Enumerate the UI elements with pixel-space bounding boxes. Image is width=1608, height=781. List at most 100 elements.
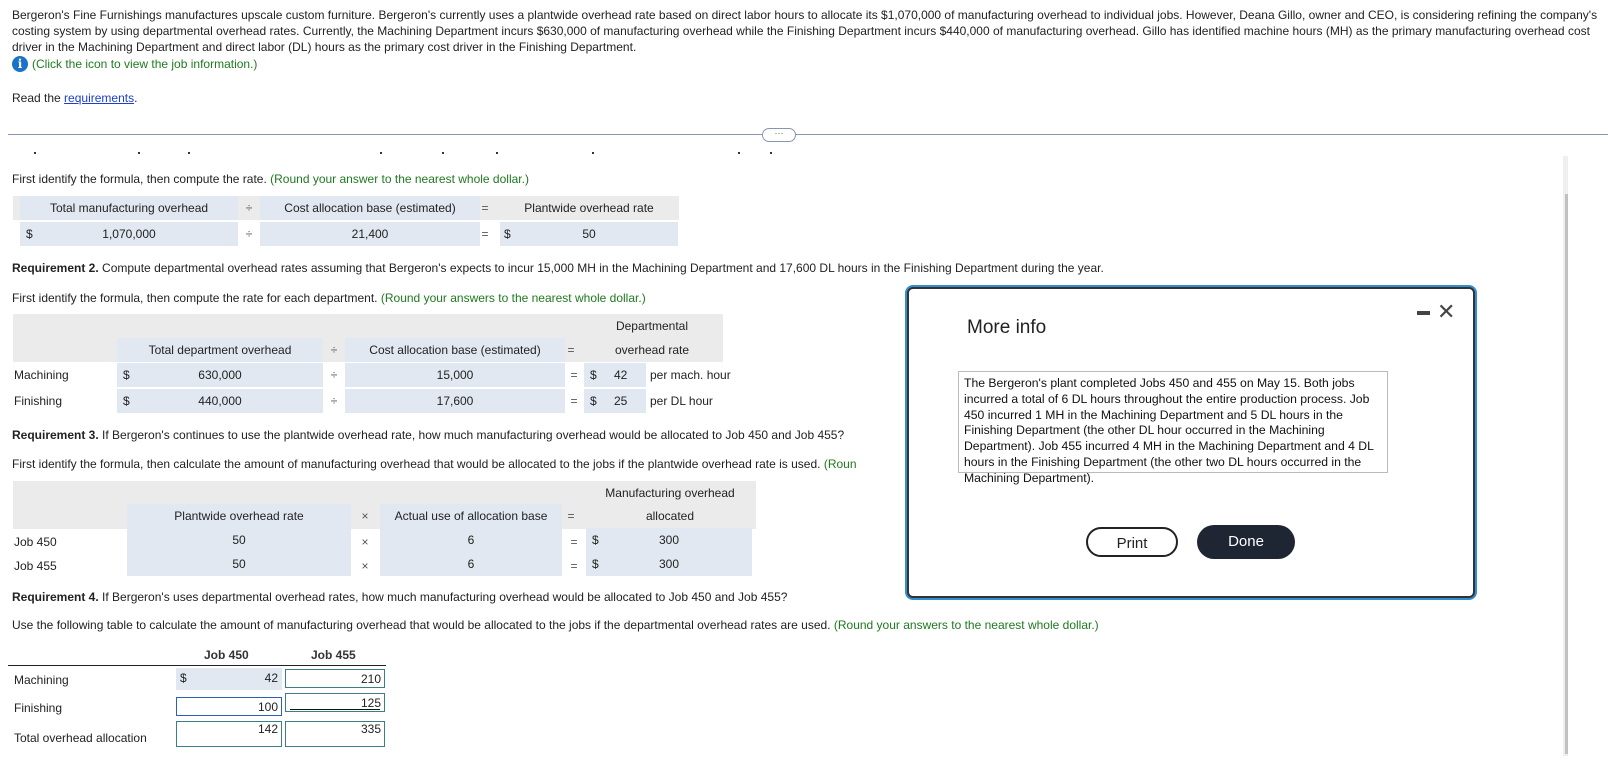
req4-row-label-machining: Machining (14, 673, 69, 687)
req4-hint: (Round your answers to the nearest whole… (833, 618, 1099, 632)
req4-instruction-text: Use the following table to calculate the… (12, 618, 831, 632)
req3-header-equals: = (567, 509, 575, 523)
req1-plantwide-rate-field[interactable]: $ 50 (500, 222, 678, 246)
req3-job455-multiply: × (361, 559, 369, 573)
req3-instruction-text: First identify the formula, then calcula… (12, 457, 821, 471)
req2-machining-base-field[interactable]: 15,000 (345, 363, 565, 387)
req1-header-plantwide-rate: Plantwide overhead rate (500, 196, 678, 220)
req1-allocation-base-field[interactable]: 21,400 (260, 222, 480, 246)
req1-header-divide: ÷ (245, 201, 253, 215)
req2-row-label-machining: Machining (14, 368, 69, 382)
req3-job450-base-field[interactable]: 6 (380, 528, 562, 552)
req4-total-job450-input[interactable]: 142 (176, 721, 282, 747)
currency-symbol: $ (590, 394, 597, 408)
req2-finishing-divide: ÷ (330, 394, 338, 408)
req2-row-label-finishing: Finishing (14, 394, 63, 408)
req3-job450-rate-field[interactable]: 50 (127, 528, 351, 552)
req2-finishing-rate-field[interactable]: $ 25 (584, 389, 646, 413)
req4-subtotal-rule (290, 709, 380, 710)
currency-symbol: $ (180, 671, 187, 685)
requirements-link[interactable]: requirements (64, 91, 134, 105)
req2-hint: (Round your answers to the nearest whole… (380, 291, 646, 305)
req4-row-label-total: Total overhead allocation (14, 731, 147, 745)
req2-title: Requirement 2. Compute departmental over… (12, 261, 1104, 275)
req1-instruction-text: First identify the formula, then compute… (12, 172, 267, 186)
req3-header-allocated-line1: Manufacturing overhead (605, 486, 735, 500)
req3-header-multiply: × (361, 509, 369, 523)
req3-hint: (Roun (823, 457, 857, 471)
req2-machining-unit: per mach. hour (650, 368, 731, 382)
req4-instruction: Use the following table to calculate the… (12, 618, 1099, 632)
req1-divide: ÷ (245, 227, 253, 241)
req2-machining-divide: ÷ (330, 368, 338, 382)
req1-header-equals: = (481, 201, 489, 215)
req4-col-job450: Job 450 (204, 648, 249, 662)
req1-total-overhead-field[interactable]: $ 1,070,000 (20, 222, 238, 246)
expand-button[interactable]: ··· (762, 128, 796, 142)
req2-finishing-overhead-field[interactable]: $ 440,000 (117, 389, 323, 413)
req1-equals: = (481, 227, 489, 241)
print-button[interactable]: Print (1086, 527, 1178, 557)
info-icon[interactable]: i (12, 56, 28, 72)
req3-header-plantwide-rate: Plantwide overhead rate (127, 504, 351, 528)
req2-header-rate-line2: overhead rate (614, 343, 690, 357)
req2-header-divide: ÷ (330, 343, 338, 357)
req4-title-text: If Bergeron's uses departmental overhead… (98, 590, 788, 604)
req4-machining-job455-input[interactable]: 210 (285, 669, 385, 688)
req3-header-actual-base: Actual use of allocation base (380, 504, 562, 528)
minimize-icon[interactable] (1417, 311, 1430, 315)
req3-job455-allocated-field[interactable]: $ 300 (586, 552, 752, 576)
req3-job455-base-field[interactable]: 6 (380, 552, 562, 576)
req2-finishing-equals: = (570, 394, 578, 408)
req2-machining-rate-value: 42 (614, 368, 628, 382)
req3-header-allocated-line2: allocated (645, 509, 695, 523)
req3-row-label-job450: Job 450 (14, 535, 57, 549)
req4-machining-job450-value: 42 (264, 671, 278, 685)
job-info-link[interactable]: (Click the icon to view the job informat… (32, 57, 257, 71)
req4-finishing-job450-input[interactable]: 100 (176, 697, 282, 716)
page-scrollbar-thumb[interactable] (1565, 194, 1568, 754)
read-prefix: Read the (12, 91, 65, 105)
req3-job455-allocated-value: 300 (658, 557, 680, 571)
req3-title-bold: Requirement 3. (12, 428, 99, 442)
req1-hint: (Round your answer to the nearest whole … (270, 172, 529, 186)
job-info-row[interactable]: i (Click the icon to view the job inform… (12, 56, 257, 72)
read-requirements: Read the requirements. (12, 91, 137, 105)
problem-intro: Bergeron's Fine Furnishings manufactures… (12, 8, 1598, 54)
req2-machining-overhead-field[interactable]: $ 630,000 (117, 363, 323, 387)
req2-finishing-base-field[interactable]: 17,600 (345, 389, 565, 413)
req2-instruction: First identify the formula, then compute… (12, 291, 646, 305)
req3-job450-allocated-value: 300 (658, 533, 680, 547)
req4-total-job455-input[interactable]: 335 (285, 721, 385, 747)
req3-job450-allocated-field[interactable]: $ 300 (586, 528, 752, 552)
req4-col-job455: Job 455 (311, 648, 356, 662)
close-icon[interactable]: ✕ (1437, 299, 1455, 325)
req2-instruction-text: First identify the formula, then compute… (12, 291, 378, 305)
req3-job455-equals: = (570, 559, 578, 573)
req3-instruction: First identify the formula, then calcula… (12, 457, 857, 471)
req3-row-label-job455: Job 455 (14, 559, 57, 573)
req2-header-equals: = (567, 343, 575, 357)
req2-header-allocation-base: Cost allocation base (estimated) (345, 338, 565, 362)
req2-machining-overhead-value: 630,000 (198, 368, 242, 382)
req1-plantwide-rate-value: 50 (582, 227, 596, 241)
req1-header-total-overhead: Total manufacturing overhead (20, 196, 238, 220)
req2-header-total-overhead: Total department overhead (117, 338, 323, 362)
currency-symbol: $ (590, 368, 597, 382)
req3-job450-multiply: × (361, 535, 369, 549)
job-info-text: The Bergeron's plant completed Jobs 450 … (958, 371, 1388, 485)
req3-title: Requirement 3. If Bergeron's continues t… (12, 428, 844, 442)
done-button[interactable]: Done (1197, 525, 1295, 559)
more-info-dialog: More info ✕ The Bergeron's plant complet… (907, 287, 1475, 598)
req3-title-text: If Bergeron's continues to use the plant… (98, 428, 845, 442)
req2-machining-equals: = (570, 368, 578, 382)
req2-machining-rate-field[interactable]: $ 42 (584, 363, 646, 387)
read-suffix: . (134, 91, 138, 105)
req4-row-label-finishing: Finishing (14, 701, 63, 715)
req1-header-allocation-base: Cost allocation base (estimated) (260, 196, 480, 220)
req2-finishing-rate-value: 25 (614, 394, 628, 408)
section-divider (8, 134, 1608, 135)
req3-job455-rate-field[interactable]: 50 (127, 552, 351, 576)
req4-machining-job450-field[interactable]: $ 42 (176, 668, 282, 690)
clipped-text-remnant (30, 152, 780, 156)
